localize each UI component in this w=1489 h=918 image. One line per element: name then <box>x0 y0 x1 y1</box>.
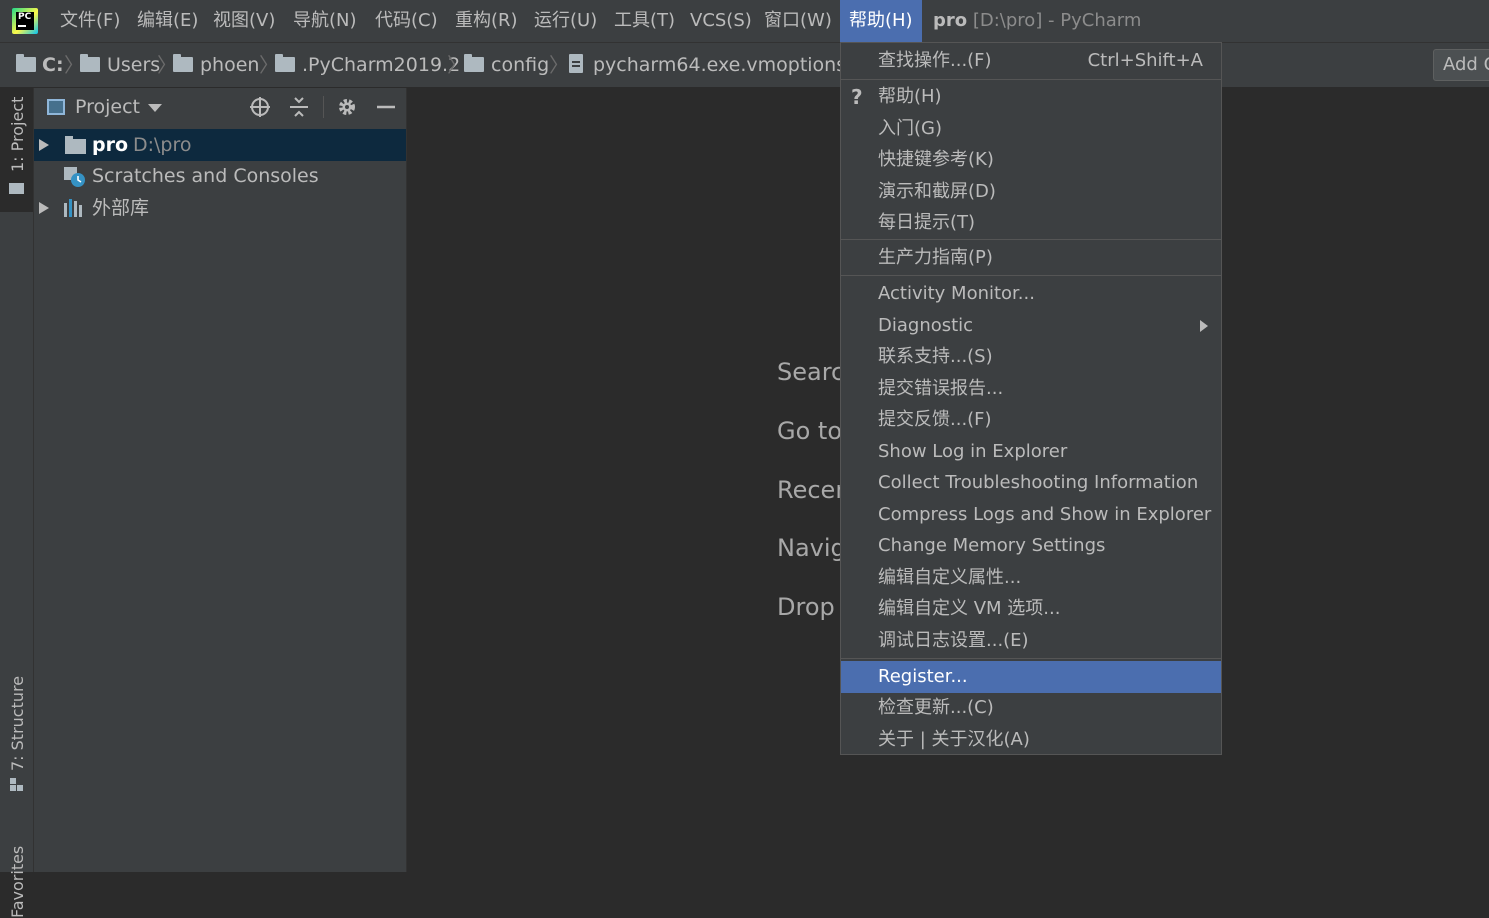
submenu-arrow-icon <box>1200 320 1208 332</box>
hint-recent-files: Recer <box>777 476 846 504</box>
menu-item-help[interactable]: ? 帮助(H) <box>841 81 1221 113</box>
menu-item-tip-of-day[interactable]: 每日提示(T) <box>841 207 1221 239</box>
project-panel-title[interactable]: Project <box>75 88 140 126</box>
folder-icon <box>464 54 484 72</box>
tree-item-label: 外部库 <box>92 197 150 219</box>
menu-separator <box>841 275 1221 276</box>
project-panel-header: Project <box>34 88 406 126</box>
scratches-icon <box>64 167 85 187</box>
header-divider <box>323 96 324 118</box>
breadcrumb-item-drive[interactable]: C: <box>42 43 64 87</box>
tree-item-path: D:\pro <box>133 134 192 156</box>
menu-file[interactable]: 文件(F) <box>51 0 129 42</box>
tab-favorites-label[interactable]: Favorites <box>8 846 27 918</box>
hint-search-everywhere: Searc <box>777 358 845 386</box>
menu-item-debug-log-settings[interactable]: 调试日志设置...(E) <box>841 625 1221 657</box>
tab-structure-label[interactable]: 7: Structure <box>8 676 27 771</box>
menu-item-check-updates[interactable]: 检查更新...(C) <box>841 692 1221 724</box>
menu-item-productivity-guide[interactable]: 生产力指南(P) <box>841 242 1221 274</box>
tree-item-label: Scratches and Consoles <box>92 165 319 187</box>
menu-bar: PC 文件(F) 编辑(E) 视图(V) 导航(N) 代码(C) 重构(R) 运… <box>0 0 1489 43</box>
add-configuration-button[interactable]: Add C <box>1433 49 1489 81</box>
menu-item-find-action[interactable]: 查找操作...(F) Ctrl+Shift+A <box>841 45 1221 77</box>
project-panel: Project pro D:\pro Scratches and Console… <box>34 88 407 872</box>
minimize-icon[interactable] <box>375 96 397 118</box>
menu-item-edit-custom-properties[interactable]: 编辑自定义属性... <box>841 562 1221 594</box>
menu-item-submit-bug-report[interactable]: 提交错误报告... <box>841 373 1221 405</box>
menu-item-diagnostic[interactable]: Diagnostic <box>841 310 1221 342</box>
menu-item-contact-support[interactable]: 联系支持...(S) <box>841 341 1221 373</box>
menu-item-label: Diagnostic <box>878 315 974 336</box>
menu-item-edit-custom-vm-options[interactable]: 编辑自定义 VM 选项... <box>841 593 1221 625</box>
locate-icon[interactable] <box>249 96 271 118</box>
breadcrumb-separator: 〉 <box>549 53 569 77</box>
menu-separator <box>841 658 1221 659</box>
expand-arrow-icon[interactable] <box>39 202 49 214</box>
menu-item-demos[interactable]: 演示和截屏(D) <box>841 176 1221 208</box>
breadcrumb-item-users[interactable]: Users <box>107 43 160 87</box>
folder-icon <box>173 54 193 72</box>
tree-item-scratches[interactable]: Scratches and Consoles <box>34 160 406 192</box>
hint-navigation-bar: Navig <box>777 534 846 562</box>
folder-icon <box>65 136 86 154</box>
collapse-all-icon[interactable] <box>288 96 310 118</box>
breadcrumb-item-config[interactable]: config <box>491 43 549 87</box>
menu-item-activity-monitor[interactable]: Activity Monitor... <box>841 278 1221 310</box>
menu-item-label: 查找操作...(F) <box>878 50 992 71</box>
menu-item-compress-logs[interactable]: Compress Logs and Show in Explorer <box>841 499 1221 531</box>
folder-icon <box>9 183 24 194</box>
chevron-down-icon[interactable] <box>148 104 162 112</box>
menu-run[interactable]: 运行(U) <box>525 0 606 42</box>
tab-project-label: 1: Project <box>8 96 27 172</box>
menu-navigate[interactable]: 导航(N) <box>284 0 366 42</box>
menu-separator <box>841 79 1221 80</box>
library-icon <box>64 199 82 217</box>
menu-separator <box>841 239 1221 240</box>
gear-icon[interactable] <box>336 96 358 118</box>
menu-tools[interactable]: 工具(T) <box>605 0 684 42</box>
menu-item-getting-started[interactable]: 入门(G) <box>841 113 1221 145</box>
window-title-path: [D:\pro] - PyCharm <box>967 10 1142 31</box>
pycharm-logo-icon: PC <box>12 8 38 34</box>
hint-go-to-file: Go to <box>777 417 843 445</box>
window-title-project: pro <box>933 10 968 31</box>
tree-item-pro[interactable]: pro D:\pro <box>34 129 406 161</box>
tree-item-label: pro <box>92 134 129 156</box>
breadcrumb-item-pycharm[interactable]: .PyCharm2019.2 <box>302 43 460 87</box>
menu-item-register[interactable]: Register... <box>841 661 1221 693</box>
menu-help[interactable]: 帮助(H) <box>840 0 922 42</box>
structure-icon <box>10 778 24 792</box>
menu-view[interactable]: 视图(V) <box>204 0 284 42</box>
menu-item-shortcut: Ctrl+Shift+A <box>1087 50 1203 71</box>
menu-item-submit-feedback[interactable]: 提交反馈...(F) <box>841 404 1221 436</box>
menu-item-label: 帮助(H) <box>878 86 942 107</box>
menu-item-collect-troubleshooting[interactable]: Collect Troubleshooting Information <box>841 467 1221 499</box>
menu-item-change-memory[interactable]: Change Memory Settings <box>841 530 1221 562</box>
menu-vcs[interactable]: VCS(S) <box>681 0 761 42</box>
hint-drop-files: Drop <box>777 593 835 621</box>
window-title: pro [D:\pro] - PyCharm <box>933 0 1141 42</box>
tab-project[interactable]: 1: Project <box>0 88 33 212</box>
menu-refactor[interactable]: 重构(R) <box>446 0 527 42</box>
expand-arrow-icon[interactable] <box>39 139 49 151</box>
folder-icon <box>275 54 295 72</box>
menu-item-show-log[interactable]: Show Log in Explorer <box>841 436 1221 468</box>
menu-item-keymap-reference[interactable]: 快捷键参考(K) <box>841 144 1221 176</box>
menu-item-about[interactable]: 关于 | 关于汉化(A) <box>841 724 1221 756</box>
breadcrumb-item-phoen[interactable]: phoen <box>200 43 259 87</box>
menu-code[interactable]: 代码(C) <box>366 0 447 42</box>
menu-window[interactable]: 窗口(W) <box>755 0 841 42</box>
menu-edit[interactable]: 编辑(E) <box>128 0 207 42</box>
breadcrumb: C: 〉 Users 〉 phoen 〉 .PyCharm2019.2 〉 co… <box>0 43 1489 88</box>
breadcrumb-item-file[interactable]: pycharm64.exe.vmoptions <box>593 43 846 87</box>
help-question-icon: ? <box>851 85 863 109</box>
left-tool-strip: 1: Project 7: Structure Favorites <box>0 88 34 918</box>
file-icon <box>569 54 583 73</box>
project-view-icon <box>47 99 65 115</box>
tree-item-external-libraries[interactable]: 外部库 <box>34 192 406 224</box>
folder-icon <box>80 54 100 72</box>
help-dropdown-menu: 查找操作...(F) Ctrl+Shift+A ? 帮助(H) 入门(G) 快捷… <box>840 42 1222 755</box>
folder-icon <box>16 54 36 72</box>
